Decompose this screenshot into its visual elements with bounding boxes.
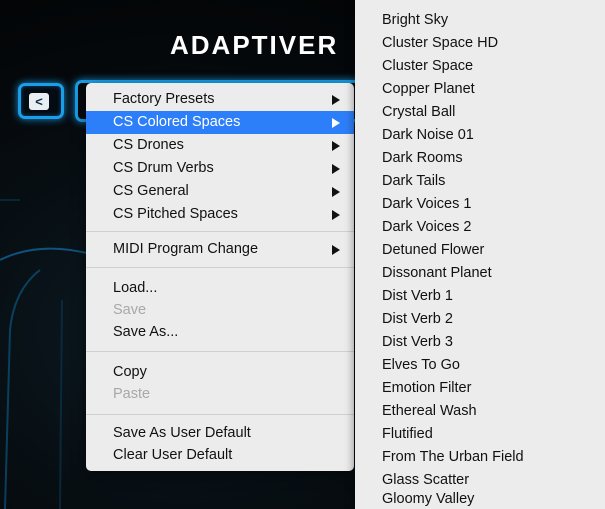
menu-item-cs-colored-spaces[interactable]: CS Colored Spaces (86, 111, 354, 134)
submenu-item[interactable]: Cluster Space HD (382, 33, 498, 53)
menu-item-save: Save (113, 302, 147, 318)
submenu-item[interactable]: Cluster Space (382, 56, 473, 76)
submenu-arrow-icon (332, 95, 340, 105)
menu-separator (86, 351, 354, 352)
submenu-item[interactable]: Detuned Flower (382, 240, 484, 260)
menu-item-midi-program-change[interactable]: MIDI Program Change (86, 238, 354, 261)
menu-item-save-as-user-default[interactable]: Save As User Default (86, 422, 354, 445)
menu-item-cs-pitched-spaces[interactable]: CS Pitched Spaces (86, 203, 354, 226)
cs-colored-spaces-submenu: Bright Sky Cluster Space HD Cluster Spac… (355, 0, 605, 509)
submenu-arrow-icon (332, 164, 340, 174)
submenu-item[interactable]: Gloomy Valley (382, 489, 474, 509)
submenu-item[interactable]: Ethereal Wash (382, 401, 477, 421)
menu-item-clear-user-default[interactable]: Clear User Default (86, 444, 354, 467)
preset-context-menu: Factory Presets CS Colored Spaces CS Dro… (86, 83, 354, 471)
menu-separator (86, 231, 354, 232)
menu-item-load[interactable]: Load... (86, 277, 354, 300)
menu-item-cs-drones[interactable]: CS Drones (86, 134, 354, 157)
submenu-item[interactable]: Dark Voices 1 (382, 194, 471, 214)
menu-item-paste: Paste (113, 386, 151, 402)
submenu-item[interactable]: Flutified (382, 424, 433, 444)
menu-separator (86, 414, 354, 415)
submenu-arrow-icon (332, 141, 340, 151)
submenu-arrow-icon (332, 187, 340, 197)
submenu-item[interactable]: From The Urban Field (382, 447, 524, 467)
menu-item-factory-presets[interactable]: Factory Presets (86, 88, 354, 111)
plugin-title: ADAPTIVER (170, 30, 339, 60)
menu-separator (86, 267, 354, 268)
submenu-item[interactable]: Dark Tails (382, 171, 445, 191)
back-button[interactable]: < (18, 83, 64, 119)
submenu-item[interactable]: Dissonant Planet (382, 263, 492, 283)
submenu-item[interactable]: Crystal Ball (382, 102, 455, 122)
submenu-arrow-icon (332, 118, 340, 128)
submenu-item[interactable]: Glass Scatter (382, 470, 469, 490)
submenu-arrow-icon (332, 245, 340, 255)
menu-item-save-as[interactable]: Save As... (86, 321, 354, 344)
submenu-item[interactable]: Dark Voices 2 (382, 217, 471, 237)
submenu-item[interactable]: Dark Noise 01 (382, 125, 474, 145)
submenu-item[interactable]: Bright Sky (382, 10, 448, 30)
submenu-item[interactable]: Dist Verb 1 (382, 286, 453, 306)
submenu-arrow-icon (332, 210, 340, 220)
submenu-item[interactable]: Copper Planet (382, 79, 475, 99)
submenu-item[interactable]: Dark Rooms (382, 148, 463, 168)
menu-item-cs-general[interactable]: CS General (86, 180, 354, 203)
menu-item-cs-drum-verbs[interactable]: CS Drum Verbs (86, 157, 354, 180)
submenu-item[interactable]: Dist Verb 2 (382, 309, 453, 329)
submenu-item[interactable]: Dist Verb 3 (382, 332, 453, 352)
submenu-item[interactable]: Elves To Go (382, 355, 460, 375)
menu-item-copy[interactable]: Copy (86, 361, 354, 384)
back-arrow-icon: < (29, 93, 49, 110)
submenu-item[interactable]: Emotion Filter (382, 378, 471, 398)
